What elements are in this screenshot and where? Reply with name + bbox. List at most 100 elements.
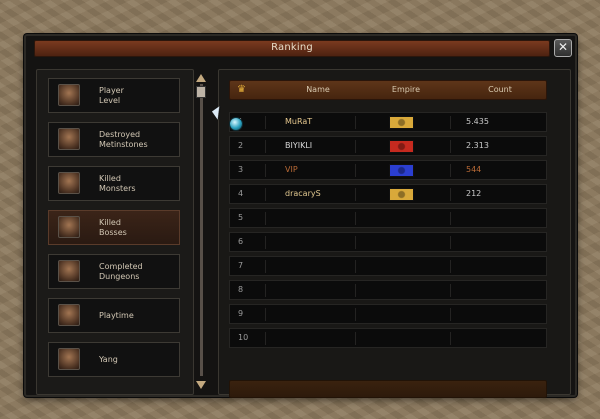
category-killed-monsters[interactable]: Killed Monsters bbox=[48, 166, 180, 201]
scroll-thumb[interactable] bbox=[196, 86, 206, 98]
row-separator bbox=[355, 164, 356, 177]
row-separator bbox=[265, 236, 266, 249]
row-separator bbox=[265, 188, 266, 201]
row-separator bbox=[265, 164, 266, 177]
category-label: Player Level bbox=[99, 85, 124, 105]
row-separator bbox=[265, 308, 266, 321]
metinstone-icon bbox=[58, 128, 80, 150]
rank-cell: 4 bbox=[238, 189, 244, 198]
player-name-cell: VIP bbox=[285, 165, 298, 174]
rank-cell: 7 bbox=[238, 261, 244, 270]
yang-icon bbox=[58, 348, 80, 370]
player-level-icon bbox=[58, 84, 80, 106]
table-row[interactable]: 7 bbox=[229, 256, 547, 276]
table-row[interactable]: 8 bbox=[229, 280, 547, 300]
playtime-icon bbox=[58, 304, 80, 326]
table-row[interactable]: 1MuRaT5.435 bbox=[229, 112, 547, 132]
rank-cell: 6 bbox=[238, 237, 244, 246]
crown-icon: ♛ bbox=[237, 84, 246, 95]
rank-cell: 10 bbox=[238, 333, 249, 342]
rank-cell: 3 bbox=[238, 165, 244, 174]
row-separator bbox=[355, 332, 356, 345]
row-separator bbox=[450, 332, 451, 345]
row-separator bbox=[450, 236, 451, 249]
category-playtime[interactable]: Playtime bbox=[48, 298, 180, 333]
category-completed-dungeons[interactable]: Completed Dungeons bbox=[48, 254, 180, 289]
row-separator bbox=[265, 140, 266, 153]
scroll-up-arrow-icon[interactable] bbox=[196, 74, 206, 82]
row-separator bbox=[355, 212, 356, 225]
rank-cell: 2 bbox=[238, 141, 244, 150]
cursor-gem-icon bbox=[229, 117, 243, 131]
row-separator bbox=[265, 284, 266, 297]
row-separator bbox=[265, 260, 266, 273]
row-separator bbox=[265, 116, 266, 129]
row-separator bbox=[355, 260, 356, 273]
monster-icon bbox=[58, 172, 80, 194]
row-separator bbox=[355, 140, 356, 153]
table-row[interactable]: 10 bbox=[229, 328, 547, 348]
count-cell: 5.435 bbox=[466, 117, 489, 126]
table-row[interactable]: 3 VIP 544 bbox=[229, 160, 547, 180]
row-separator bbox=[450, 164, 451, 177]
row-separator bbox=[450, 284, 451, 297]
row-separator bbox=[355, 116, 356, 129]
table-footer-bar bbox=[229, 380, 547, 398]
category-panel: Player Level Destroyed Metinstones Kille… bbox=[36, 69, 194, 395]
row-separator bbox=[355, 236, 356, 249]
ranking-panel: ♛ Name Empire Count 1MuRaT5.4352BIYIKLI2… bbox=[218, 69, 571, 398]
close-button[interactable]: ✕ bbox=[554, 39, 572, 57]
count-cell: 2.313 bbox=[466, 141, 489, 150]
row-separator bbox=[265, 212, 266, 225]
title-bar[interactable]: Ranking bbox=[34, 40, 550, 57]
table-row[interactable]: 5 bbox=[229, 208, 547, 228]
scroll-track[interactable] bbox=[200, 84, 203, 376]
empire-flag-icon bbox=[389, 116, 414, 129]
player-name-cell: BIYIKLI bbox=[285, 141, 313, 150]
category-yang[interactable]: Yang bbox=[48, 342, 180, 377]
category-killed-bosses[interactable]: Killed Bosses bbox=[48, 210, 180, 245]
table-row[interactable]: 9 bbox=[229, 304, 547, 324]
player-name-cell: dracaryS bbox=[285, 189, 321, 198]
category-label: Completed Dungeons bbox=[99, 261, 143, 281]
header-empire: Empire bbox=[391, 85, 421, 94]
window-title: Ranking bbox=[271, 42, 313, 53]
row-separator bbox=[355, 284, 356, 297]
empire-flag-icon bbox=[389, 140, 414, 153]
category-label: Destroyed Metinstones bbox=[99, 129, 148, 149]
boss-icon bbox=[58, 216, 80, 238]
scroll-down-arrow-icon[interactable] bbox=[196, 381, 206, 389]
row-separator bbox=[355, 308, 356, 321]
table-row[interactable]: 2 BIYIKLI 2.313 bbox=[229, 136, 547, 156]
category-label: Killed Bosses bbox=[99, 217, 127, 237]
header-count: Count bbox=[488, 85, 512, 94]
category-label: Playtime bbox=[99, 310, 134, 320]
table-header: ♛ Name Empire Count bbox=[229, 80, 547, 100]
count-cell: 212 bbox=[466, 189, 482, 198]
ranking-window: Ranking ✕ Player Level Destroyed Metinst… bbox=[24, 34, 577, 398]
rank-cell: 8 bbox=[238, 285, 244, 294]
empire-flag-icon bbox=[389, 188, 414, 201]
player-name-cell: MuRaT bbox=[285, 117, 313, 126]
rank-cell: 5 bbox=[238, 213, 244, 222]
row-separator bbox=[450, 308, 451, 321]
category-label: Yang bbox=[99, 354, 118, 364]
row-separator bbox=[450, 212, 451, 225]
dungeon-icon bbox=[58, 260, 80, 282]
category-label: Killed Monsters bbox=[99, 173, 136, 193]
category-destroyed-metinstones[interactable]: Destroyed Metinstones bbox=[48, 122, 180, 157]
empire-flag-icon bbox=[389, 164, 414, 177]
category-scrollbar[interactable] bbox=[196, 74, 206, 389]
count-cell: 544 bbox=[466, 165, 482, 174]
row-separator bbox=[265, 332, 266, 345]
row-separator bbox=[450, 188, 451, 201]
rank-cell: 9 bbox=[238, 309, 244, 318]
row-separator bbox=[355, 188, 356, 201]
header-name: Name bbox=[306, 85, 330, 94]
category-player-level[interactable]: Player Level bbox=[48, 78, 180, 113]
row-separator bbox=[450, 116, 451, 129]
table-row[interactable]: 6 bbox=[229, 232, 547, 252]
row-separator bbox=[450, 140, 451, 153]
table-row[interactable]: 4 dracaryS 212 bbox=[229, 184, 547, 204]
row-separator bbox=[450, 260, 451, 273]
